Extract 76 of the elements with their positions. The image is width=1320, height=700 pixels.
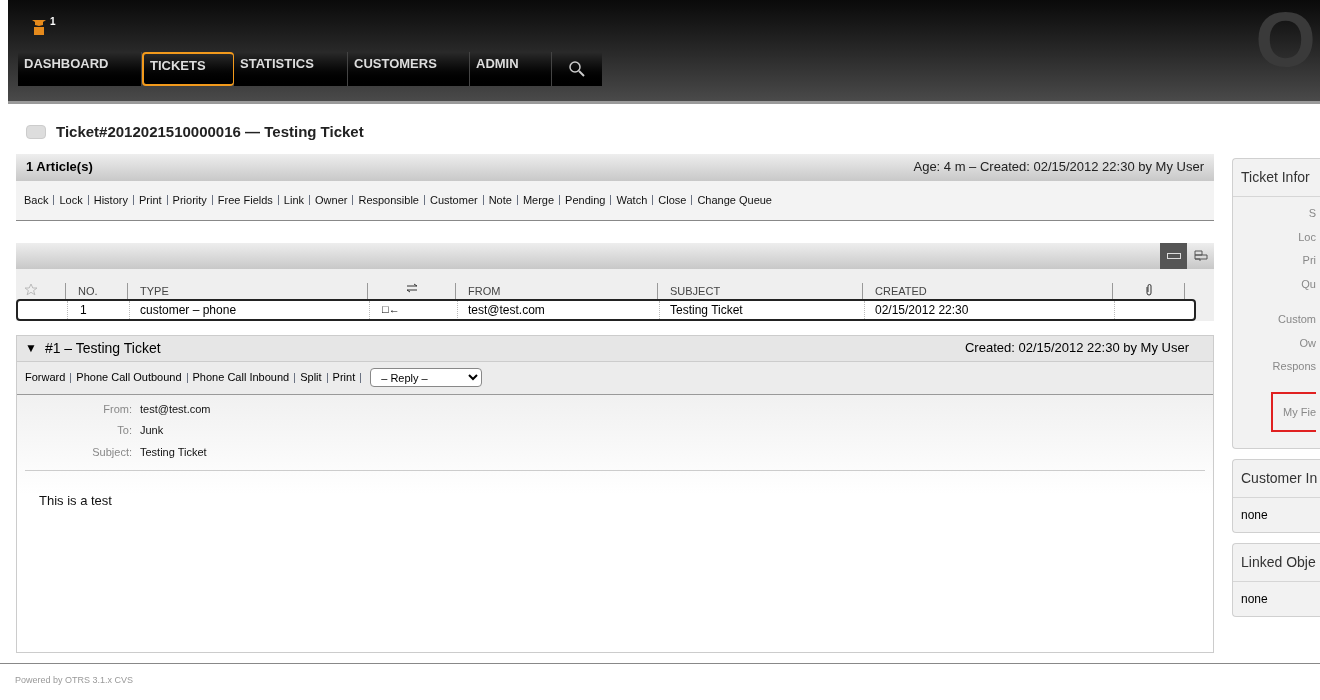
column-header[interactable]: FROM [456,282,658,299]
table-cell: 02/15/2012 22:30 [865,300,1115,319]
field-label: From: [102,401,132,417]
panel-value: none [1240,507,1269,524]
nav-tab[interactable]: DASHBOARD [18,52,142,86]
action-link[interactable]: Customer [430,191,478,209]
panel-title: Ticket Infor [1233,159,1320,197]
info-label: S [1308,206,1316,221]
column-header[interactable]: CREATED [863,282,1113,299]
attachment-icon [1144,282,1153,296]
field-label: To: [116,423,132,438]
ticket-title: Ticket#2012021510000016 — Testing Ticket [56,122,364,142]
action-link[interactable]: Pending [565,191,606,209]
action-link[interactable]: Phone Call Inbound [192,369,290,386]
action-link[interactable]: Forward [25,369,66,386]
ticket-meta: Age: 4 m – Created: 02/15/2012 22:30 by My User [913,158,1204,177]
collapse-toggle[interactable]: ▼ [25,339,37,357]
priority-indicator [26,125,46,140]
reply-select[interactable]: – Reply – [370,368,483,387]
action-link[interactable]: Back [24,191,49,209]
notification-count: 1 [50,15,56,29]
table-cell: customer – phone [130,300,370,319]
info-label: Pri [1302,253,1316,268]
action-link[interactable]: Split [300,369,322,386]
action-link[interactable]: Free Fields [217,191,273,209]
nav-tab[interactable]: CUSTOMERS [348,52,470,86]
info-label: Ow [1299,335,1316,351]
article-body: This is a test [39,492,113,510]
article-count: 1 Article(s) [26,158,93,177]
action-link[interactable]: Owner [315,191,348,209]
column-header[interactable]: TYPE [128,282,368,299]
action-link[interactable]: History [93,191,128,209]
action-link[interactable]: Lock [59,191,83,209]
article-title: #1 – Testing Ticket [44,338,161,358]
column-header[interactable]: NO. [66,282,128,299]
table-cell: □← [370,301,458,318]
nav-tab[interactable]: TICKETS [142,52,234,86]
table-cell: test@test.com [458,300,660,319]
expand-rows-icon [1193,249,1208,262]
action-link[interactable]: Responsible [358,191,419,209]
field-value: Testing Ticket [140,444,207,460]
search-button[interactable] [552,52,602,86]
info-label: Custom [1278,312,1316,327]
info-label: Respons [1272,359,1316,374]
action-link[interactable]: Close [658,191,687,209]
action-link[interactable]: Merge [522,191,555,209]
action-link[interactable]: Watch [616,191,648,209]
info-label: My Fie [1271,391,1316,432]
info-label: Qu [1301,276,1316,292]
direction-arrows-icon [405,282,418,293]
column-header[interactable]: SUBJECT [658,282,863,299]
action-link[interactable]: Change Queue [697,191,772,209]
action-link[interactable]: Print [332,369,356,386]
info-label: Loc [1298,229,1316,245]
action-link[interactable]: Link [283,191,305,209]
search-icon [568,60,586,78]
nav-tab[interactable]: ADMIN [470,52,552,86]
panel-value: none [1240,591,1269,608]
nav-tab[interactable]: STATISTICS [234,52,348,86]
article-created: Created: 02/15/2012 22:30 by My User [964,339,1189,358]
collapse-icon [1166,252,1181,259]
action-link[interactable]: Note [488,191,512,209]
field-value: Junk [140,423,164,438]
panel-title: Linked Obje [1233,544,1320,582]
action-link[interactable]: Phone Call Outbound [76,369,182,386]
view-toggle[interactable] [1160,242,1187,269]
field-value: test@test.com [140,401,211,417]
table-cell: Testing Ticket [660,300,865,319]
table-cell: 1 [68,300,130,319]
panel-title: Customer In [1233,460,1320,498]
footer-text: Powered by OTRS 3.1.x CVS [15,673,135,687]
table-row[interactable]: 1 customer – phone □← test@test.com Testing Ticket 02/15/2012 22:30 [16,298,1196,321]
action-link[interactable]: Print [138,191,162,209]
action-link[interactable]: Priority [172,191,207,209]
star-icon[interactable] [24,282,38,297]
field-label: Subject: [91,444,132,460]
